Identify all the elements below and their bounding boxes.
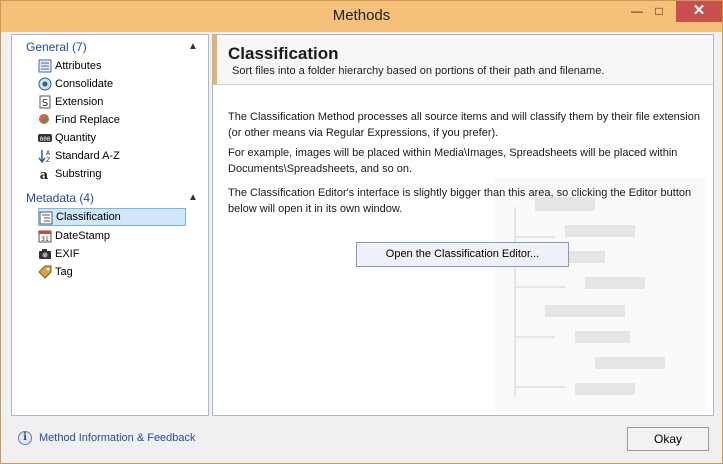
sidebar-item-label: Tag xyxy=(55,266,73,278)
sidebar-item-label: Attributes xyxy=(55,60,102,72)
sidebar-item-label: Quantity xyxy=(55,132,96,144)
description-paragraph-1: The Classification Method processes all … xyxy=(228,111,700,139)
sidebar-item-label: Substring xyxy=(55,168,102,180)
svg-text:Z: Z xyxy=(46,157,50,163)
methods-sidebar: General (7) ▲ Attributes Consolidate S E… xyxy=(11,34,209,416)
sidebar-item-consolidate[interactable]: Consolidate xyxy=(38,75,186,93)
sidebar-item-label: Find Replace xyxy=(55,114,120,126)
sidebar-item-label: DateStamp xyxy=(55,230,111,242)
methods-window: Methods — □ ✕ General (7) ▲ Attributes C… xyxy=(0,0,723,464)
sidebar-item-label: EXIF xyxy=(55,248,80,260)
sidebar-item-datestamp[interactable]: 31 DateStamp xyxy=(38,227,186,245)
svg-text:A: A xyxy=(46,150,51,157)
sort-az-icon: AZ xyxy=(38,150,51,163)
sidebar-item-find-replace[interactable]: Find Replace xyxy=(38,111,186,129)
svg-text:a: a xyxy=(40,168,49,181)
sidebar-item-label: Extension xyxy=(55,96,104,108)
datestamp-icon: 31 xyxy=(38,230,52,243)
sidebar-item-label: Standard A-Z xyxy=(55,150,120,162)
sidebar-item-attributes[interactable]: Attributes xyxy=(38,57,186,75)
group-header-general[interactable]: General (7) xyxy=(26,40,87,54)
sidebar-item-standard-a-z[interactable]: AZ Standard A-Z xyxy=(38,147,186,165)
titlebar[interactable]: Methods — □ ✕ xyxy=(1,1,722,32)
page-subtitle: Sort files into a folder hierarchy based… xyxy=(232,65,605,77)
info-icon[interactable]: i xyxy=(18,431,32,445)
description-paragraph-2: For example, images will be placed withi… xyxy=(228,147,678,175)
sidebar-item-extension[interactable]: S Extension xyxy=(38,93,186,111)
quantity-icon: 000 xyxy=(38,134,52,143)
sidebar-item-classification[interactable]: Classification xyxy=(38,208,186,226)
camera-icon xyxy=(39,249,51,259)
method-header: Classification Sort files into a folder … xyxy=(213,35,713,85)
sidebar-item-exif[interactable]: EXIF xyxy=(38,245,186,263)
svg-text:S: S xyxy=(42,98,48,109)
window-title: Methods xyxy=(332,7,391,24)
attributes-icon xyxy=(38,59,52,73)
collapse-general-icon[interactable]: ▲ xyxy=(188,41,198,52)
method-info-feedback-link[interactable]: Method Information & Feedback xyxy=(39,432,196,444)
close-button[interactable]: ✕ xyxy=(676,1,722,22)
svg-text:31: 31 xyxy=(41,236,49,243)
collapse-metadata-icon[interactable]: ▲ xyxy=(188,192,198,203)
page-title: Classification xyxy=(228,44,339,63)
extension-icon: S xyxy=(39,95,51,109)
group-header-metadata[interactable]: Metadata (4) xyxy=(26,191,94,205)
open-classification-editor-button[interactable]: Open the Classification Editor... xyxy=(356,242,569,267)
svg-text:000: 000 xyxy=(40,136,51,143)
consolidate-icon xyxy=(38,77,52,91)
sidebar-item-tag[interactable]: Tag xyxy=(38,263,186,281)
method-panel: Classification Sort files into a folder … xyxy=(212,34,714,416)
find-replace-icon xyxy=(39,114,49,124)
tag-icon xyxy=(38,265,52,279)
okay-button[interactable]: Okay xyxy=(627,427,709,451)
description-paragraph-3: The Classification Editor's interface is… xyxy=(228,187,692,215)
maximize-button[interactable]: □ xyxy=(646,1,672,22)
sidebar-item-label: Consolidate xyxy=(55,78,114,90)
sidebar-item-substring[interactable]: a Substring xyxy=(38,165,186,183)
classification-icon xyxy=(39,211,53,225)
sidebar-item-label: Classification xyxy=(56,211,121,223)
sidebar-item-quantity[interactable]: 000 Quantity xyxy=(38,129,186,147)
substring-icon: a xyxy=(40,168,49,181)
